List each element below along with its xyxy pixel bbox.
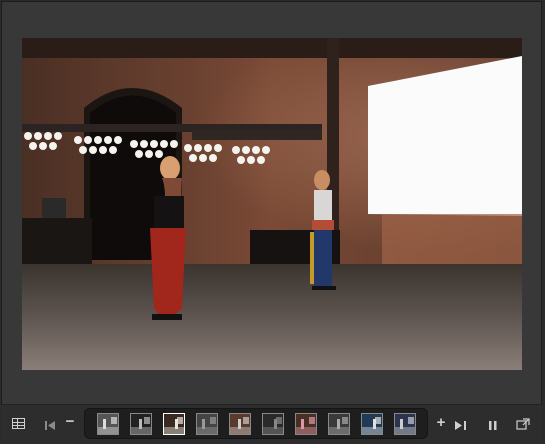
filmstrip-thumbnail[interactable] [163, 413, 185, 435]
filmstrip-thumbnail[interactable] [328, 413, 350, 435]
filmstrip-thumbnail[interactable] [295, 413, 317, 435]
filmstrip-thumbnail[interactable] [97, 413, 119, 435]
filmstrip-thumbnail[interactable] [229, 413, 251, 435]
main-photo[interactable] [22, 38, 522, 370]
zoom-in-button[interactable]: + [434, 415, 448, 430]
filmstrip-thumbnail[interactable] [262, 413, 284, 435]
zoom-out-button[interactable]: − [63, 414, 77, 429]
skip-forward-icon[interactable] [453, 418, 467, 430]
filmstrip-thumbnail[interactable] [130, 413, 152, 435]
grid-view-icon[interactable] [12, 418, 25, 429]
fullscreen-icon[interactable] [516, 417, 530, 430]
filmstrip-thumbnail[interactable] [394, 413, 416, 435]
skip-back-icon[interactable] [45, 418, 59, 430]
filmstrip-thumbnail[interactable] [196, 413, 218, 435]
filmstrip-thumbnail[interactable] [361, 413, 383, 435]
stage-photo-image [22, 38, 522, 370]
pause-icon[interactable] [488, 418, 498, 430]
